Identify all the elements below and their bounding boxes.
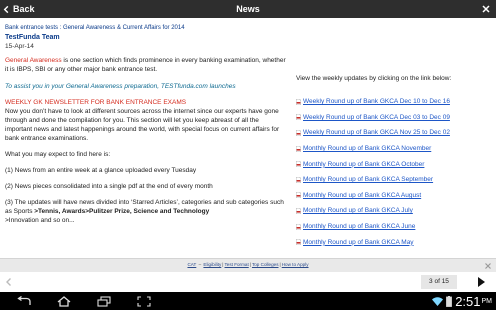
footer-separator: | <box>222 262 224 267</box>
pdf-file-icon <box>296 98 301 105</box>
status-ampm: PM <box>481 297 493 305</box>
update-link-text[interactable]: Weekly Round up of Bank GKCA Nov 25 to D… <box>303 129 450 136</box>
screenshot-button[interactable] <box>134 295 154 307</box>
update-link[interactable]: Monthly Round up of Bank GKCA September <box>296 172 492 188</box>
pdf-file-icon <box>296 114 301 121</box>
intro-paragraph: General Awareness is one section which f… <box>5 56 287 74</box>
update-link[interactable]: Monthly Round up of Bank GKCA November <box>296 141 492 157</box>
nav-back-icon <box>17 295 31 305</box>
pdf-file-icon <box>296 176 301 183</box>
weekly-updates-intro: View the weekly updates by clicking on t… <box>296 75 452 82</box>
update-link-text[interactable]: Monthly Round up of Bank GKCA October <box>303 161 424 168</box>
update-link[interactable]: Monthly Round up of Bank GKCA May <box>296 234 492 250</box>
update-link[interactable]: Monthly Round up of Bank GKCA August <box>296 188 492 204</box>
update-link-text[interactable]: Monthly Round up of Bank GKCA September <box>303 176 433 183</box>
point-3-end: >Innovation and so on... <box>5 217 75 224</box>
newsletter-heading: WEEKLY GK NEWSLETTER FOR BANK ENTRANCE E… <box>5 99 187 106</box>
pdf-file-icon <box>296 161 301 168</box>
update-link-text[interactable]: Monthly Round up of Bank GKCA June <box>303 223 415 230</box>
intro-highlight: General Awareness <box>5 57 62 64</box>
weekly-updates-column: View the weekly updates by clicking on t… <box>296 74 492 250</box>
newsletter-paragraph: Now you don’t have to look at different … <box>5 108 280 142</box>
nav-home-button[interactable] <box>54 295 74 307</box>
footer-link-test-format[interactable]: Test Format <box>225 262 249 267</box>
pdf-file-icon <box>296 223 301 230</box>
update-link[interactable]: Weekly Round up of Bank GKCA Nov 25 to D… <box>296 125 492 141</box>
footer-link-cat[interactable]: CAT <box>187 262 196 267</box>
left-arrow-icon[interactable] <box>4 277 14 287</box>
pager-bar: 3 of 15 <box>0 272 496 292</box>
point-3: (3) The updates will have news divided i… <box>5 198 287 225</box>
weekly-updates-list: Weekly Round up of Bank GKCA Dec 10 to D… <box>296 94 492 250</box>
status-area[interactable]: 2:51 PM <box>432 292 496 310</box>
footer-link-eligibility[interactable]: Eligibility <box>203 262 221 267</box>
point-3-items: >Tennis, Awards>Pulitzer Prize, Science … <box>34 208 210 215</box>
update-link[interactable]: Weekly Round up of Bank GKCA Dec 10 to D… <box>296 94 492 110</box>
expect-heading: What you may expect to find here is: <box>5 151 111 158</box>
update-link-text[interactable]: Weekly Round up of Bank GKCA Dec 10 to D… <box>303 98 450 105</box>
footer-links-bar: CAT – Eligibility|Test Format|Top Colleg… <box>0 258 496 272</box>
page-count: 3 of 15 <box>421 275 457 289</box>
footer-links: CAT – Eligibility|Test Format|Top Colleg… <box>0 262 496 267</box>
pdf-file-icon <box>296 129 301 136</box>
article-date: 15-Apr-14 <box>5 43 34 50</box>
update-link[interactable]: Monthly Round up of Bank GKCA October <box>296 156 492 172</box>
close-button[interactable] <box>478 1 494 17</box>
right-arrow-icon <box>478 277 485 287</box>
pdf-file-icon <box>296 192 301 199</box>
article-content: Bank entrance tests : General Awareness … <box>0 18 496 258</box>
next-button[interactable] <box>469 274 493 290</box>
status-clock: 2:51 <box>455 293 481 309</box>
article-author: TestFunda Team <box>5 34 60 41</box>
update-link-text[interactable]: Weekly Round up of Bank GKCA Dec 03 to D… <box>303 114 450 121</box>
update-link-text[interactable]: Monthly Round up of Bank GKCA August <box>303 192 421 199</box>
update-link[interactable]: Weekly Round up of Bank GKCA Dec 03 to D… <box>296 110 492 126</box>
nav-back-button[interactable] <box>14 295 34 307</box>
update-link-text[interactable]: Monthly Round up of Bank GKCA November <box>303 145 431 152</box>
pdf-file-icon <box>296 207 301 214</box>
update-link[interactable]: Monthly Round up of Bank GKCA July <box>296 203 492 219</box>
article-category[interactable]: Bank entrance tests : General Awareness … <box>5 24 287 32</box>
battery-icon <box>446 295 453 307</box>
footer-link-top-colleges[interactable]: Top Colleges <box>252 262 279 267</box>
nav-home-icon <box>57 295 71 307</box>
update-link[interactable]: Monthly Round up of Bank GKCA June <box>296 219 492 235</box>
nav-recents-icon <box>97 295 111 307</box>
footer-link-how-to-apply[interactable]: How to Apply <box>282 262 309 267</box>
update-link-text[interactable]: Monthly Round up of Bank GKCA July <box>303 207 413 214</box>
system-nav-bar: 2:51 PM <box>0 292 496 310</box>
page-title: News <box>236 4 260 14</box>
close-icon <box>482 5 490 13</box>
screenshot-icon <box>137 295 151 307</box>
footer-separator: | <box>279 262 281 267</box>
pdf-file-icon <box>296 145 301 152</box>
point-2: (2) News pieces consolidated into a sing… <box>5 183 213 190</box>
point-1: (1) News from an entire week at a glance… <box>5 167 197 174</box>
footer-dash: – <box>197 262 203 267</box>
close-icon[interactable] <box>483 261 493 271</box>
footer-separator: | <box>249 262 251 267</box>
pdf-file-icon <box>296 239 301 246</box>
assist-text: To assist you in your General Awareness … <box>5 83 236 90</box>
nav-recents-button[interactable] <box>94 295 114 307</box>
update-link-text[interactable]: Monthly Round up of Bank GKCA May <box>303 239 414 246</box>
wifi-icon <box>432 296 444 306</box>
top-action-bar: Back News <box>0 0 496 18</box>
article-left-column: Bank entrance tests : General Awareness … <box>5 24 287 225</box>
